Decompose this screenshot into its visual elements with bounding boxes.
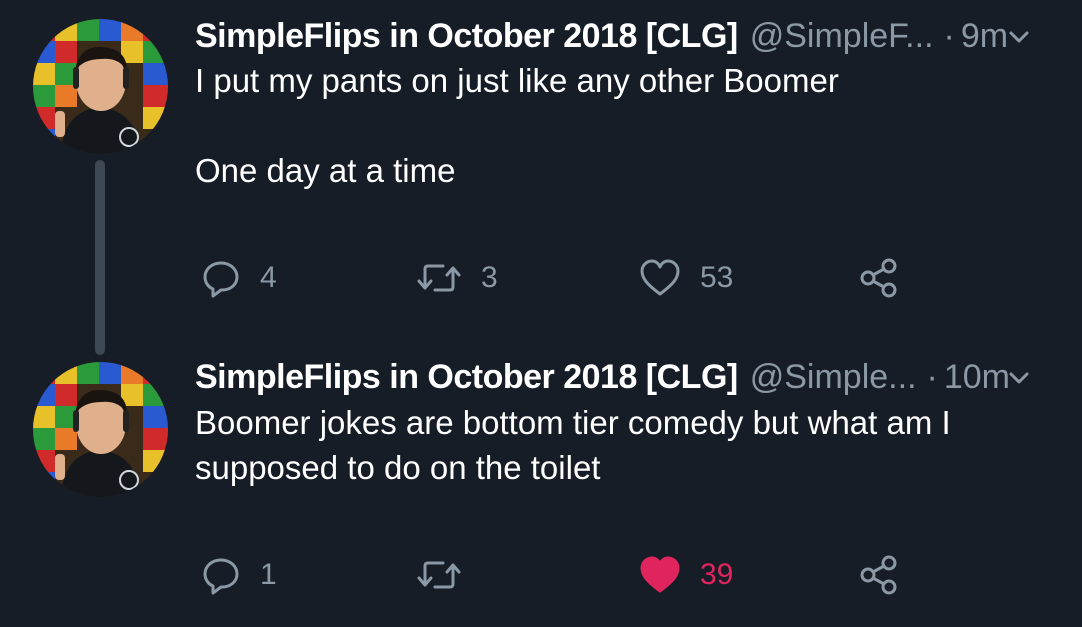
tweet-text-line: supposed to do on the toilet	[195, 449, 601, 486]
reply-icon	[200, 554, 242, 596]
retweet-button[interactable]	[415, 550, 481, 600]
chevron-down-icon[interactable]	[1004, 363, 1034, 402]
retweet-icon	[415, 257, 463, 299]
tweet-actions: 4 3 53	[195, 253, 915, 303]
tweet-text-line: One day at a time	[195, 152, 456, 189]
reply-button[interactable]: 1	[200, 550, 277, 600]
like-icon	[638, 554, 682, 596]
tweet-1[interactable]: SimpleFlips in October 2018 [CLG] @Simpl…	[0, 0, 1082, 340]
retweet-count: 3	[481, 261, 498, 294]
chevron-down-icon[interactable]	[1004, 22, 1034, 61]
display-name[interactable]: SimpleFlips in October 2018 [CLG]	[195, 17, 738, 56]
reply-count: 1	[260, 558, 277, 591]
tweet-actions: 1 39	[195, 550, 915, 600]
like-button[interactable]: 39	[638, 550, 733, 600]
reply-count: 4	[260, 261, 277, 294]
reply-button[interactable]: 4	[200, 253, 277, 303]
avatar[interactable]	[33, 19, 168, 154]
tweet-text: I put my pants on just like any other Bo…	[195, 58, 1045, 193]
avatar[interactable]	[33, 362, 168, 497]
share-button[interactable]	[857, 253, 901, 303]
share-icon	[857, 256, 901, 300]
tweet-text-line: Boomer jokes are bottom tier comedy but …	[195, 404, 951, 441]
retweet-button[interactable]: 3	[415, 253, 498, 303]
retweet-icon	[415, 554, 463, 596]
like-button[interactable]: 53	[638, 253, 733, 303]
tweet-text: Boomer jokes are bottom tier comedy but …	[195, 400, 1045, 490]
user-handle[interactable]: @SimpleF...	[750, 17, 934, 56]
tweet-header: SimpleFlips in October 2018 [CLG] @Simpl…	[195, 355, 1082, 399]
timestamp[interactable]: 10m	[944, 358, 1010, 397]
separator-dot: ·	[926, 357, 938, 396]
like-count: 39	[700, 558, 734, 591]
reply-icon	[200, 257, 242, 299]
separator-dot: ·	[943, 16, 955, 55]
tweet-header: SimpleFlips in October 2018 [CLG] @Simpl…	[195, 14, 1082, 58]
share-button[interactable]	[857, 550, 901, 600]
display-name[interactable]: SimpleFlips in October 2018 [CLG]	[195, 358, 738, 397]
tweet-text-line: I put my pants on just like any other Bo…	[195, 62, 839, 99]
user-handle[interactable]: @Simple...	[750, 358, 917, 397]
tweet-2[interactable]: SimpleFlips in October 2018 [CLG] @Simpl…	[0, 340, 1082, 627]
share-icon	[857, 553, 901, 597]
like-icon	[638, 257, 682, 299]
timestamp[interactable]: 9m	[961, 17, 1008, 56]
like-count: 53	[700, 261, 734, 294]
